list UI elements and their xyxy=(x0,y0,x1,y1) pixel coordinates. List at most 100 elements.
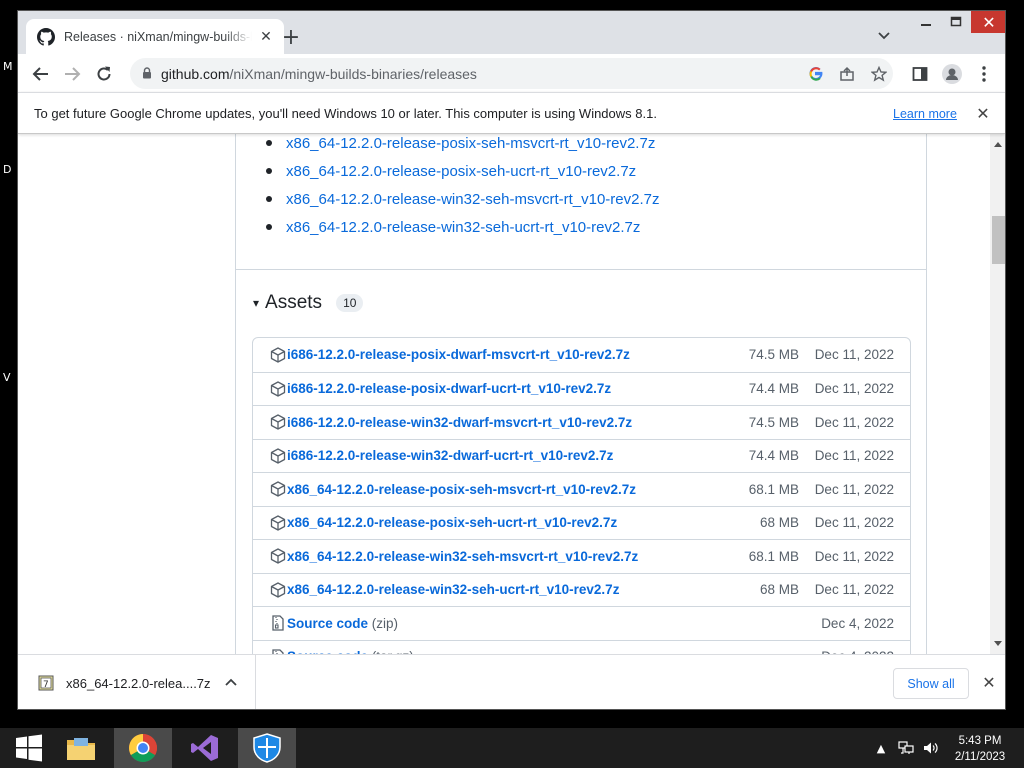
window-close-button[interactable]: ✕ xyxy=(971,11,1005,33)
github-icon xyxy=(37,27,55,46)
assets-table: i686-12.2.0-release-posix-dwarf-msvcrt-r… xyxy=(252,337,911,654)
tray-overflow-arrow-icon[interactable]: ▲ xyxy=(873,728,889,768)
minimize-button[interactable] xyxy=(911,11,941,33)
download-shelf-close-icon[interactable]: ✕ xyxy=(980,673,998,692)
asset-link[interactable]: x86_64-12.2.0-release-posix-seh-msvcrt-r… xyxy=(287,482,636,497)
asset-size: 68 MB xyxy=(759,515,799,531)
reload-button[interactable] xyxy=(93,63,115,85)
asset-size: 74.5 MB xyxy=(748,347,799,363)
infobar-close-icon[interactable]: ✕ xyxy=(974,104,992,123)
table-row: i686-12.2.0-release-win32-dwarf-msvcrt-r… xyxy=(253,405,910,439)
folder-icon xyxy=(67,738,95,760)
asset-link[interactable]: x86_64-12.2.0-release-posix-seh-ucrt-rt_… xyxy=(287,515,617,530)
volume-icon[interactable] xyxy=(920,728,942,768)
bookmark-star-button[interactable] xyxy=(870,65,888,83)
assets-count-badge: 10 xyxy=(336,294,364,312)
file-zip-icon xyxy=(272,615,284,631)
start-button[interactable] xyxy=(0,728,58,768)
release-file-link[interactable]: x86_64-12.2.0-release-win32-seh-ucrt-rt_… xyxy=(286,219,640,236)
address-bar[interactable]: github.com/niXman/mingw-builds-binaries/… xyxy=(130,58,893,89)
table-row: x86_64-12.2.0-release-win32-seh-ucrt-rt_… xyxy=(253,572,910,607)
browser-tab[interactable]: Releases · niXman/mingw-builds-binaries … xyxy=(26,19,284,54)
asset-link[interactable]: i686-12.2.0-release-posix-dwarf-msvcrt-r… xyxy=(287,347,630,362)
profile-button[interactable] xyxy=(941,63,963,85)
update-infobar: To get future Google Chrome updates, you… xyxy=(18,92,1005,134)
infobar-message: To get future Google Chrome updates, you… xyxy=(34,106,657,121)
browser-toolbar: github.com/niXman/mingw-builds-binaries/… xyxy=(18,54,1005,92)
bullet-dot xyxy=(266,168,272,174)
assets-header[interactable]: ▾ Assets 10 xyxy=(253,292,364,314)
download-item[interactable]: 7 x86_64-12.2.0-relea....7z xyxy=(18,655,256,709)
taskbar-clock[interactable]: 5:43 PM 2/11/2023 xyxy=(944,733,1016,765)
release-file-link[interactable]: x86_64-12.2.0-release-posix-seh-msvcrt-r… xyxy=(286,135,655,152)
asset-link[interactable]: x86_64-12.2.0-release-win32-seh-msvcrt-r… xyxy=(287,549,638,564)
page-scrollbar[interactable] xyxy=(990,134,1005,654)
asset-date: Dec 11, 2022 xyxy=(814,515,894,531)
assets-title: Assets xyxy=(265,292,323,313)
desktop-label-v: V xyxy=(3,371,11,384)
forward-arrow-icon xyxy=(65,67,81,81)
more-vert-icon xyxy=(982,66,986,82)
list-item: x86_64-12.2.0-release-win32-seh-msvcrt-r… xyxy=(266,185,660,213)
release-card: x86_64-12.2.0-release-posix-seh-msvcrt-r… xyxy=(235,134,927,654)
asset-link[interactable]: i686-12.2.0-release-posix-dwarf-ucrt-rt_… xyxy=(287,381,611,396)
package-icon xyxy=(270,381,286,397)
asset-date: Dec 11, 2022 xyxy=(814,548,894,564)
asset-date: Dec 11, 2022 xyxy=(814,381,894,397)
asset-date: Dec 4, 2022 xyxy=(821,615,894,631)
taskbar: ▲ 5:43 PM 2/11/2023 xyxy=(0,728,1024,768)
source-code-ext: (zip) xyxy=(371,615,399,631)
asset-date: Dec 11, 2022 xyxy=(814,582,894,598)
title-bar: Releases · niXman/mingw-builds-binaries … xyxy=(18,11,1005,54)
asset-link[interactable]: i686-12.2.0-release-win32-dwarf-ucrt-rt_… xyxy=(287,448,613,463)
table-row: i686-12.2.0-release-win32-dwarf-ucrt-rt_… xyxy=(253,438,910,473)
show-all-button[interactable]: Show all xyxy=(893,668,969,699)
forward-button[interactable] xyxy=(61,63,83,85)
table-row: x86_64-12.2.0-release-posix-seh-msvcrt-r… xyxy=(253,472,910,506)
back-button[interactable] xyxy=(30,63,52,85)
menu-button[interactable] xyxy=(973,63,995,85)
share-button[interactable] xyxy=(838,65,856,83)
release-file-link[interactable]: x86_64-12.2.0-release-posix-seh-ucrt-rt_… xyxy=(286,163,636,180)
taskbar-file-explorer[interactable] xyxy=(52,728,110,768)
package-icon xyxy=(270,582,286,598)
taskbar-visual-studio[interactable] xyxy=(176,728,234,768)
source-code-link[interactable]: Source code (zip) xyxy=(287,616,398,631)
avatar-icon xyxy=(942,64,962,84)
list-item: x86_64-12.2.0-release-win32-seh-ucrt-rt_… xyxy=(266,213,660,241)
new-tab-button[interactable]: + xyxy=(278,24,304,50)
page-content: x86_64-12.2.0-release-posix-seh-msvcrt-r… xyxy=(18,134,990,654)
chevron-up-icon[interactable] xyxy=(223,675,239,691)
table-row: i686-12.2.0-release-posix-dwarf-ucrt-rt_… xyxy=(253,371,910,406)
asset-date: Dec 11, 2022 xyxy=(814,448,894,464)
network-icon[interactable] xyxy=(895,728,917,768)
asset-size: 68 MB xyxy=(759,582,799,598)
svg-text:7: 7 xyxy=(43,680,49,690)
asset-link[interactable]: x86_64-12.2.0-release-win32-seh-ucrt-rt_… xyxy=(287,582,619,597)
bullet-dot xyxy=(266,224,272,230)
scroll-up-arrow-icon[interactable] xyxy=(994,142,1002,147)
url-host: github.com xyxy=(161,66,230,82)
learn-more-link[interactable]: Learn more xyxy=(893,107,957,121)
maximize-button[interactable] xyxy=(941,11,971,33)
list-item: x86_64-12.2.0-release-posix-seh-ucrt-rt_… xyxy=(266,157,660,185)
scroll-down-arrow-icon[interactable] xyxy=(994,641,1002,646)
desktop-label-d: D xyxy=(3,163,12,176)
taskbar-defender[interactable] xyxy=(238,728,296,768)
google-translate-icon[interactable] xyxy=(807,65,825,83)
tab-search-icon[interactable] xyxy=(876,27,892,43)
bullet-dot xyxy=(266,196,272,202)
visual-studio-icon xyxy=(191,735,218,761)
tab-close-icon[interactable]: ✕ xyxy=(258,28,274,45)
release-file-link[interactable]: x86_64-12.2.0-release-win32-seh-msvcrt-r… xyxy=(286,191,660,208)
scrollbar-thumb[interactable] xyxy=(992,216,1005,264)
package-icon xyxy=(270,414,286,430)
minimize-icon xyxy=(921,24,931,26)
table-row: Source code (tar.gz)Dec 4, 2022 xyxy=(253,639,910,654)
asset-size: 74.4 MB xyxy=(748,381,799,397)
asset-link[interactable]: i686-12.2.0-release-win32-dwarf-msvcrt-r… xyxy=(287,415,632,430)
asset-date: Dec 11, 2022 xyxy=(814,414,894,430)
download-shelf: 7 x86_64-12.2.0-relea....7z Show all ✕ xyxy=(18,654,1005,709)
side-panel-button[interactable] xyxy=(909,63,931,85)
taskbar-chrome[interactable] xyxy=(114,728,172,768)
